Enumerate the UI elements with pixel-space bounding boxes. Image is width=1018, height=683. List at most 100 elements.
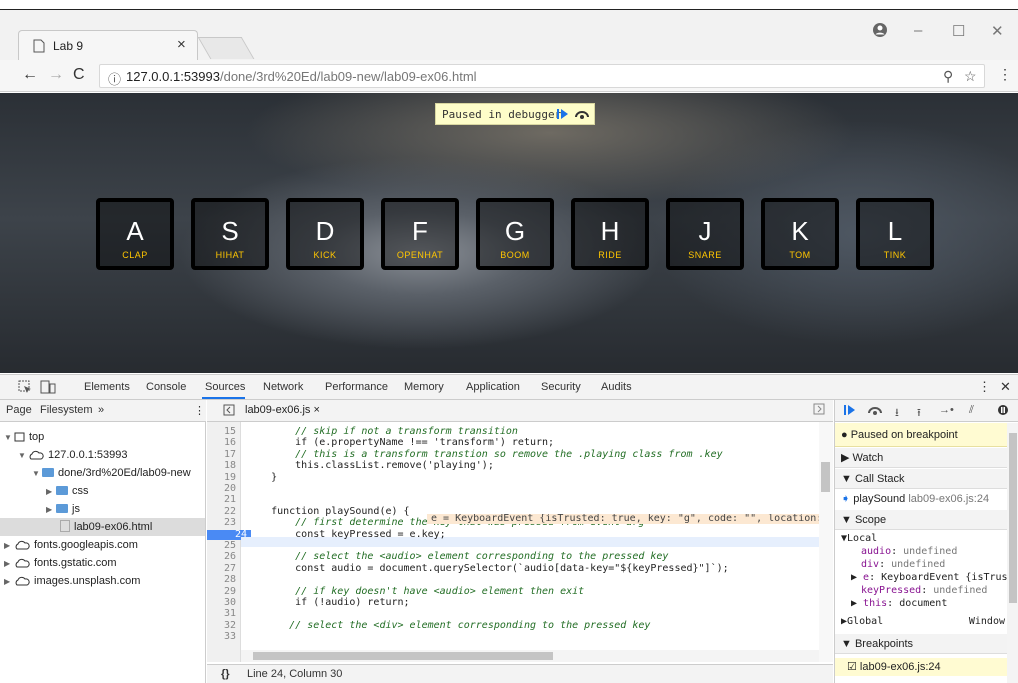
tree-item-js[interactable]: ▶ js [46, 500, 80, 518]
drum-key[interactable]: Fopenhat [381, 198, 459, 270]
drum-key[interactable]: Ktom [761, 198, 839, 270]
drum-key[interactable]: Ltink [856, 198, 934, 270]
pause-on-exceptions-icon[interactable] [997, 404, 1009, 416]
reload-icon[interactable]: C [73, 66, 85, 84]
profile-icon[interactable] [872, 22, 888, 38]
device-icon[interactable] [40, 380, 56, 394]
debugger-scrollbar[interactable] [1007, 423, 1018, 683]
tab-security[interactable]: Security [541, 381, 581, 393]
tree-item-css[interactable]: ▶ css [46, 482, 89, 500]
deactivate-breakpoints-icon[interactable]: ⫽ [969, 404, 974, 417]
line-number[interactable]: 30 [207, 598, 240, 608]
line-number[interactable]: 21 [207, 495, 240, 505]
callstack-section[interactable]: ▼ Call Stack [835, 469, 1007, 489]
watch-section[interactable]: ▶ Watch [835, 448, 1007, 468]
maximize-icon[interactable]: ☐ [952, 22, 965, 40]
step-out-icon[interactable]: ⭱ [917, 404, 921, 423]
scope-var[interactable]: ▶ e: KeyboardEvent {isTrust [851, 572, 1014, 584]
line-number[interactable]: 31 [207, 609, 240, 619]
line-number[interactable]: 22 [207, 506, 240, 517]
line-number[interactable]: 28 [207, 575, 240, 585]
inspect-icon[interactable] [18, 380, 32, 394]
tree-item-host[interactable]: ▼ 127.0.0.1:53993 [18, 446, 128, 464]
close-tab-icon[interactable]: × [177, 36, 186, 53]
editor-hscrollbar[interactable] [241, 650, 819, 662]
line-number[interactable]: 17 [207, 449, 240, 460]
devtools-close-icon[interactable]: ✕ [1000, 379, 1011, 395]
bookmark-star-icon[interactable]: ☆ [964, 68, 977, 85]
line-number[interactable]: 26 [207, 552, 240, 562]
tab-sources[interactable]: Sources [205, 381, 245, 393]
file-tab[interactable]: lab09-ex06.js × [245, 404, 320, 416]
toggle-debugger-icon[interactable] [813, 403, 825, 415]
step-over-icon[interactable] [867, 404, 883, 416]
scope-global[interactable]: ▶Global Window [841, 616, 1007, 628]
line-number[interactable]: 33 [207, 632, 240, 642]
line-number[interactable]: 15 [207, 427, 240, 437]
scroll-thumb[interactable] [1009, 433, 1017, 603]
drum-key[interactable]: Jsnare [666, 198, 744, 270]
drum-key[interactable]: Aclap [96, 198, 174, 270]
checkbox-icon[interactable]: ☑ [847, 661, 860, 673]
line-number[interactable]: 32 [207, 620, 240, 631]
hscroll-thumb[interactable] [253, 652, 553, 660]
tab-audits[interactable]: Audits [601, 381, 632, 393]
resume-icon[interactable] [556, 108, 570, 120]
editor-vscrollbar[interactable] [819, 422, 833, 662]
call-frame[interactable]: ➧ playSound lab09-ex06.js:24 [841, 493, 989, 505]
tab-elements[interactable]: Elements [84, 381, 130, 393]
nav-tab-more[interactable]: » [98, 404, 104, 416]
browser-tab[interactable]: Lab 9 × [18, 30, 198, 60]
minimize-icon[interactable]: – [914, 22, 922, 39]
line-number[interactable]: 23 [207, 518, 240, 528]
tab-memory[interactable]: Memory [404, 381, 444, 393]
line-number[interactable]: 29 [207, 586, 240, 597]
breakpoint-item[interactable]: ☑ lab09-ex06.js:24 [835, 658, 1007, 676]
forward-icon[interactable]: → [48, 66, 64, 84]
resume-icon[interactable] [843, 404, 857, 416]
line-number[interactable]: 16 [207, 438, 240, 448]
scope-section[interactable]: ▼ Scope [835, 510, 1007, 530]
tree-item-gstatic[interactable]: ▶ fonts.gstatic.com [4, 554, 117, 572]
collapse-arrow-icon: ▶ [46, 505, 53, 514]
back-icon[interactable]: ← [22, 66, 38, 84]
tree-item-googleapis[interactable]: ▶ fonts.googleapis.com [4, 536, 138, 554]
tree-item-unsplash[interactable]: ▶ images.unsplash.com [4, 572, 140, 590]
toggle-navigator-icon[interactable] [223, 404, 235, 416]
tab-application[interactable]: Application [466, 381, 520, 393]
zoom-icon[interactable]: ⚲ [943, 68, 953, 85]
close-window-icon[interactable]: ✕ [991, 22, 1004, 40]
breakpoints-section[interactable]: ▼ Breakpoints [835, 634, 1007, 654]
scroll-thumb[interactable] [821, 462, 830, 492]
tab-console[interactable]: Console [146, 381, 186, 393]
tab-performance[interactable]: Performance [325, 381, 388, 393]
devtools-menu-icon[interactable]: ⋮ [978, 379, 991, 395]
drum-key[interactable]: Gboom [476, 198, 554, 270]
nav-tab-page[interactable]: Page [6, 404, 32, 416]
tab-network[interactable]: Network [263, 381, 303, 393]
url-input[interactable]: ⓘ 127.0.0.1:53993/done/3rd%20Ed/lab09-ne… [99, 64, 985, 88]
pretty-print-icon[interactable]: {} [221, 668, 230, 680]
tree-item-folder[interactable]: ▼ done/3rd%20Ed/lab09-new [32, 464, 191, 482]
line-number[interactable]: 20 [207, 484, 240, 494]
nav-tab-filesystem[interactable]: Filesystem [40, 404, 93, 416]
navigator-menu-icon[interactable]: ⋮ [194, 404, 205, 417]
menu-icon[interactable]: ⋮ [998, 66, 1012, 83]
line-number[interactable]: 19 [207, 472, 240, 483]
step-over-icon[interactable] [574, 108, 590, 120]
step-into-icon[interactable]: ⭳ [895, 404, 899, 423]
line-number[interactable]: 18 [207, 461, 240, 471]
tree-item-html-file[interactable]: lab09-ex06.html [0, 518, 205, 536]
new-tab-button[interactable] [197, 37, 255, 59]
info-icon[interactable]: ⓘ [108, 69, 121, 88]
scope-var[interactable]: ▶ this: document [851, 598, 947, 610]
drum-key[interactable]: Shihat [191, 198, 269, 270]
line-number[interactable]: 27 [207, 563, 240, 574]
line-number[interactable]: 25 [207, 541, 240, 551]
drum-key[interactable]: Hride [571, 198, 649, 270]
drum-key[interactable]: Dkick [286, 198, 364, 270]
tree-item-top[interactable]: ▼ top [4, 428, 44, 446]
step-icon[interactable]: →• [939, 404, 954, 416]
line-gutter[interactable]: 15 16 17 18 19 20 21 22 23 24 25 26 27 28 29 30 31 32 33 [207, 422, 251, 662]
scope-local[interactable]: ▼Local [841, 533, 877, 545]
